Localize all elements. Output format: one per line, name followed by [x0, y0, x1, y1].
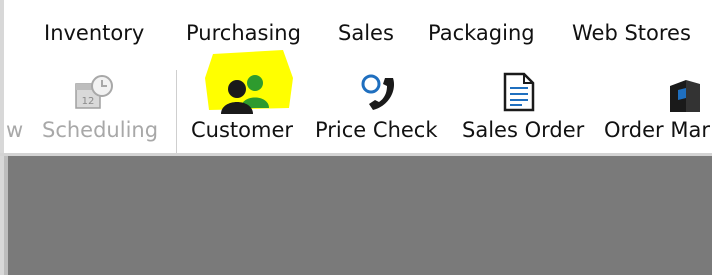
customer-button[interactable]: Customer: [189, 50, 301, 156]
menu-web-stores[interactable]: Web Stores: [572, 17, 691, 49]
customers-icon: [221, 75, 269, 114]
price-check-button[interactable]: Price Check: [313, 60, 447, 156]
customer-label: Customer: [191, 118, 294, 142]
order-manager-icon: [670, 80, 700, 112]
scheduling-label: Scheduling: [42, 118, 159, 142]
menu-sales[interactable]: Sales: [338, 17, 394, 49]
partial-ribbon-label: w: [6, 118, 24, 142]
phone-icon: [361, 74, 395, 110]
ribbon-divider: [176, 70, 177, 156]
calendar-clock-icon: 12: [75, 75, 113, 109]
menu-bar: Inventory Purchasing Sales Packaging Web…: [4, 0, 712, 60]
workspace-area: [8, 156, 712, 275]
menu-inventory[interactable]: Inventory: [44, 17, 144, 49]
document-icon: [503, 72, 535, 112]
sales-order-button[interactable]: Sales Order: [460, 60, 590, 156]
menu-purchasing[interactable]: Purchasing: [186, 17, 301, 49]
svg-text:12: 12: [82, 96, 95, 107]
order-manager-button[interactable]: Order Mar: [602, 60, 712, 156]
price-check-label: Price Check: [315, 118, 438, 142]
ribbon-toolbar: w 12 Scheduling Customer Price Check Sal…: [4, 50, 712, 156]
menu-packaging[interactable]: Packaging: [428, 17, 535, 49]
sales-order-label: Sales Order: [462, 118, 585, 142]
order-manager-label: Order Mar: [604, 118, 710, 142]
scheduling-button[interactable]: 12 Scheduling: [40, 60, 164, 156]
